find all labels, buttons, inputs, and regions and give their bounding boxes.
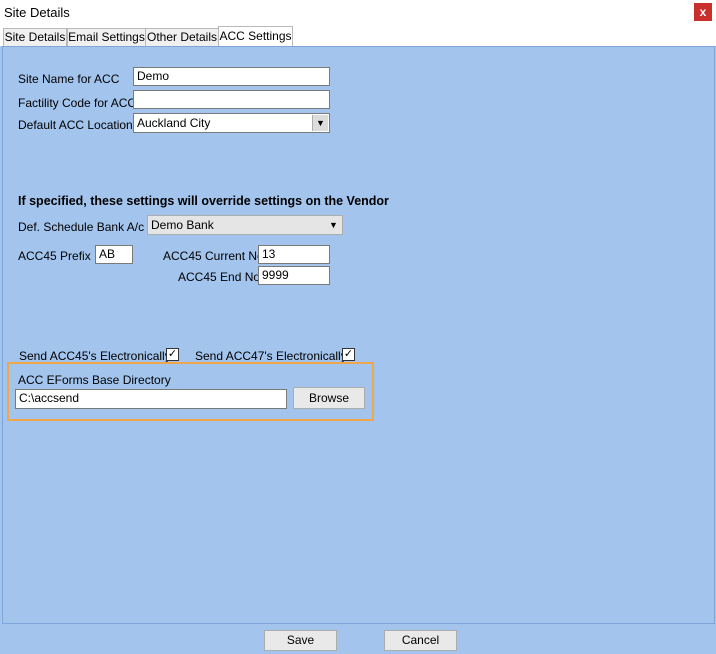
acc45-end-no-label: ACC45 End No	[178, 270, 261, 284]
tab-other-details[interactable]: Other Details	[145, 28, 219, 46]
send-acc45-checkbox[interactable]: ✓	[166, 348, 179, 361]
facility-code-label: Factility Code for ACC	[18, 96, 137, 110]
acc45-current-no-label: ACC45 Current No	[163, 249, 264, 263]
acc-settings-panel	[2, 46, 715, 624]
footer-bar	[0, 624, 716, 654]
chevron-down-icon[interactable]: ▼	[312, 115, 328, 131]
eforms-directory-input[interactable]: C:\accsend	[15, 389, 287, 409]
schedule-bank-value: Demo Bank	[151, 218, 214, 232]
site-name-label: Site Name for ACC	[18, 72, 120, 86]
default-location-value: Auckland City	[137, 116, 211, 130]
tab-site-details[interactable]: Site Details	[3, 28, 67, 46]
acc45-prefix-input[interactable]: AB	[95, 245, 133, 264]
facility-code-input[interactable]	[133, 90, 330, 109]
save-button[interactable]: Save	[264, 630, 337, 651]
close-button[interactable]: x	[694, 3, 712, 21]
default-location-label: Default ACC Location	[18, 118, 133, 132]
send-acc47-checkbox[interactable]: ✓	[342, 348, 355, 361]
title-bar: Site Details x	[0, 0, 716, 26]
tab-acc-settings[interactable]: ACC Settings	[218, 26, 293, 46]
acc45-end-no-input[interactable]: 9999	[258, 266, 330, 285]
send-acc45-label: Send ACC45's Electronically?	[19, 349, 178, 363]
tab-strip: Site Details Email Settings Other Detail…	[0, 25, 716, 46]
cancel-button[interactable]: Cancel	[384, 630, 457, 651]
chevron-down-icon[interactable]: ▼	[326, 217, 341, 233]
send-acc47-label: Send ACC47's Electronically?	[195, 349, 354, 363]
override-heading: If specified, these settings will overri…	[18, 194, 389, 208]
acc45-prefix-label: ACC45 Prefix	[18, 249, 91, 263]
window-title: Site Details	[4, 5, 70, 20]
schedule-bank-select[interactable]: Demo Bank ▼	[147, 215, 343, 235]
tab-email-settings[interactable]: Email Settings	[67, 28, 146, 46]
default-location-select[interactable]: Auckland City ▼	[133, 113, 330, 133]
acc45-current-no-input[interactable]: 13	[258, 245, 330, 264]
browse-button[interactable]: Browse	[293, 387, 365, 409]
site-name-input[interactable]: Demo	[133, 67, 330, 86]
schedule-bank-label: Def. Schedule Bank A/c	[18, 220, 145, 234]
eforms-directory-label: ACC EForms Base Directory	[18, 373, 171, 387]
